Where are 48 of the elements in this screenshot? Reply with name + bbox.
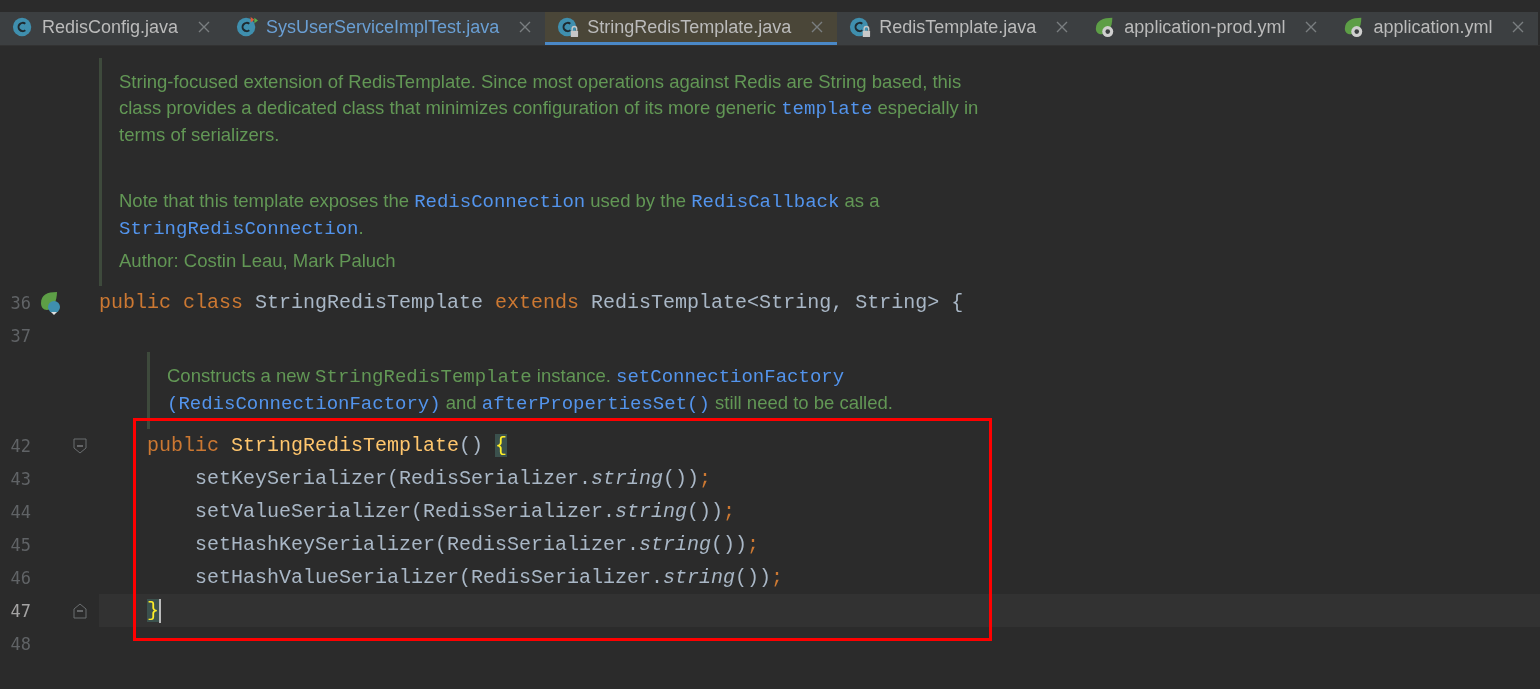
close-icon[interactable] xyxy=(1305,21,1318,33)
code-link[interactable]: StringRedisConnection xyxy=(119,218,359,240)
line-number: 48 xyxy=(9,633,31,654)
file-tab[interactable]: RedisConfig.java xyxy=(0,12,225,45)
close-icon[interactable] xyxy=(198,21,211,33)
class-file-icon xyxy=(12,16,34,38)
code-line: public StringRedisTemplate() { xyxy=(147,433,508,459)
code-link[interactable]: setConnectionFactory xyxy=(616,366,845,388)
fold-marker-icon[interactable] xyxy=(73,437,87,454)
doc-text: Constructs a new StringRedisTemplate instance. setConnectionFactory xyxy=(167,364,846,390)
line-number: 46 xyxy=(9,567,31,588)
file-tab[interactable]: application.yml xyxy=(1331,12,1539,45)
code-link[interactable]: RedisConnection xyxy=(414,191,586,213)
line-number: 43 xyxy=(9,468,31,489)
class-file-icon xyxy=(236,16,259,38)
line-number: 45 xyxy=(9,534,31,555)
line-number: 44 xyxy=(9,501,31,522)
doc-text: terms of serializers. xyxy=(119,123,281,147)
file-tab[interactable]: application-prod.yml xyxy=(1082,12,1332,45)
line-number: 37 xyxy=(9,325,31,346)
line-number: 42 xyxy=(9,435,31,456)
code-link[interactable]: template xyxy=(781,98,873,120)
text-caret xyxy=(159,598,161,623)
file-tab[interactable]: StringRedisTemplate.java xyxy=(545,12,838,45)
line-number: 36 xyxy=(9,292,31,313)
code-link[interactable]: (RedisConnectionFactory) xyxy=(167,393,441,415)
doc-text: StringRedisConnection. xyxy=(119,216,365,242)
code-link[interactable]: RedisCallback xyxy=(691,191,840,213)
doc-text: String-focused extension of RedisTemplate. Since most operations against Redis are String based, this xyxy=(119,70,963,94)
code-link[interactable]: afterPropertiesSet() xyxy=(481,393,710,415)
close-icon[interactable] xyxy=(1056,21,1069,33)
fold-marker-icon[interactable] xyxy=(73,602,87,619)
file-tab[interactable]: SysUserServiceImplTest.java xyxy=(224,12,546,45)
code-line: setHashValueSerializer(RedisSerializer.string()); xyxy=(195,565,784,591)
line-number: 47 xyxy=(9,600,31,621)
close-icon[interactable] xyxy=(811,21,824,33)
bean-icon[interactable] xyxy=(39,290,63,315)
doc-text: (RedisConnectionFactory) and afterPropertiesSet() still need to be called. xyxy=(167,391,893,417)
close-icon[interactable] xyxy=(519,21,532,33)
code-line: setValueSerializer(RedisSerializer.string()); xyxy=(195,499,736,525)
file-tab[interactable]: RedisTemplate.java xyxy=(837,12,1083,45)
doc-text: class provides a dedicated class that minimizes configuration of its more generic template especially in xyxy=(119,96,979,122)
code-line: public class StringRedisTemplate extends RedisTemplate<String, String> { xyxy=(99,290,964,316)
doc-author: Author: Costin Leau, Mark Paluch xyxy=(119,249,397,273)
close-icon[interactable] xyxy=(1512,21,1525,33)
doc-text: Note that this template exposes the RedisConnection used by the RedisCallback as a xyxy=(119,189,881,215)
code-line: setKeySerializer(RedisSerializer.string()); xyxy=(195,466,712,492)
code-line: setHashKeySerializer(RedisSerializer.string()); xyxy=(195,532,760,558)
